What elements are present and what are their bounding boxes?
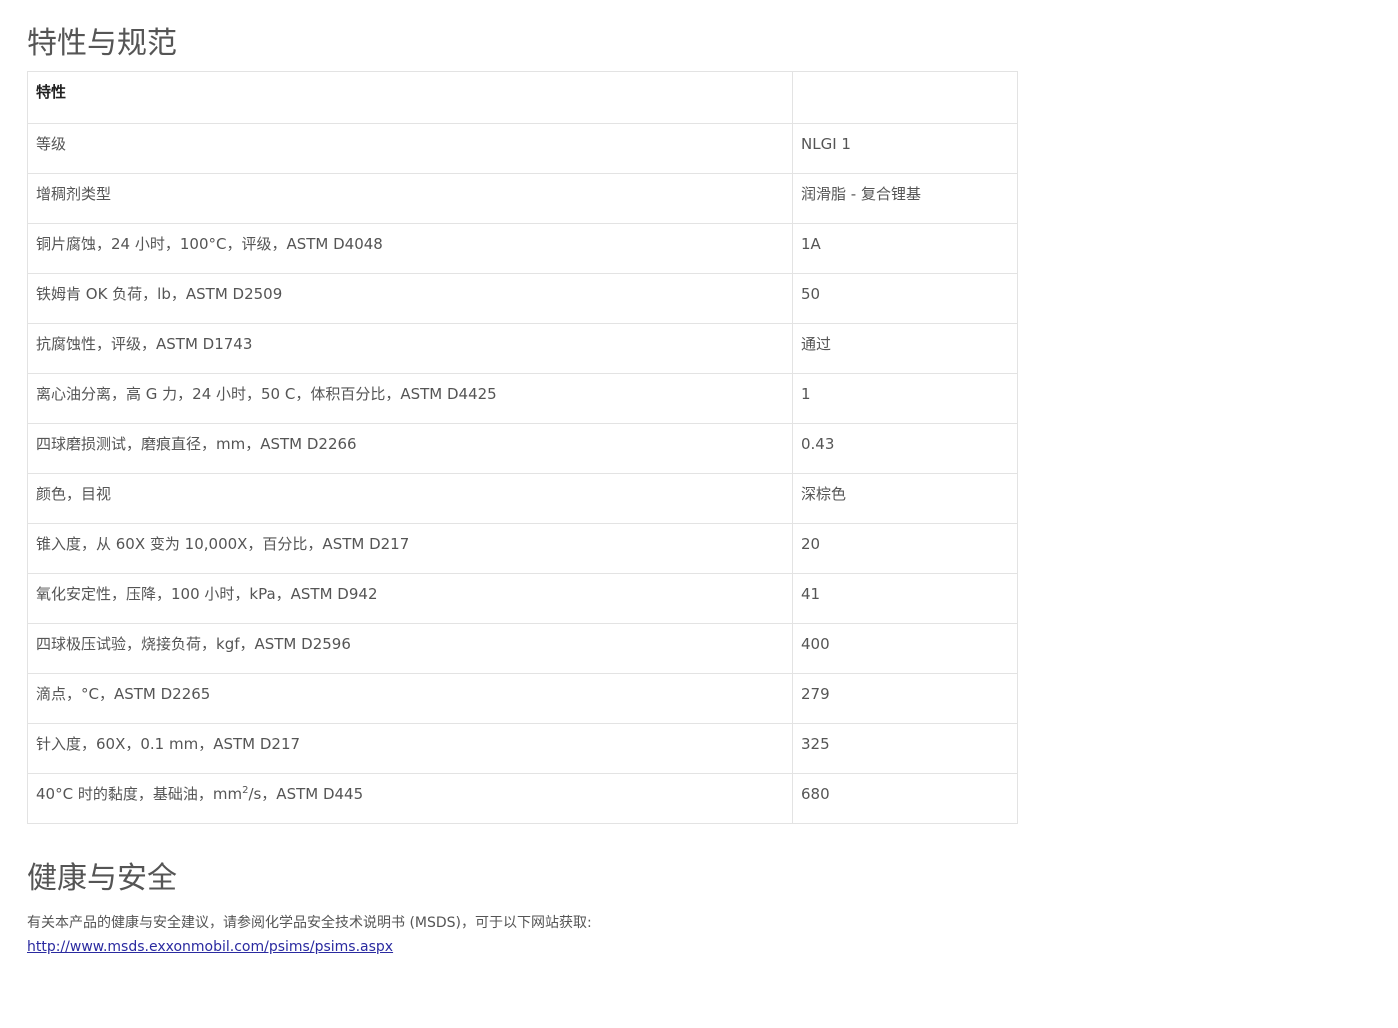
value-cell: 325: [792, 723, 1018, 774]
value-cell: 50: [792, 273, 1018, 324]
property-cell: 铜片腐蚀，24 小时，100°C，评级，ASTM D4048: [27, 223, 793, 274]
table-row: 四球磨损测试，磨痕直径，mm，ASTM D2266 0.43: [27, 423, 1018, 474]
specs-table: 特性 等级 NLGI 1 增稠剂类型 润滑脂 - 复合锂基 铜片腐蚀，24 小时…: [27, 71, 1018, 824]
property-text: 40°C 时的黏度，基础油，mm: [36, 785, 243, 803]
msds-link[interactable]: http://www.msds.exxonmobil.com/psims/psi…: [27, 935, 393, 959]
value-cell: 1A: [792, 223, 1018, 274]
table-row: 抗腐蚀性，评级，ASTM D1743 通过: [27, 323, 1018, 374]
property-cell: 等级: [27, 123, 793, 174]
table-row: 滴点，°C，ASTM D2265 279: [27, 673, 1018, 724]
health-title: 健康与安全: [27, 861, 177, 896]
table-row: 40°C 时的黏度，基础油，mm2/s，ASTM D445 680: [27, 773, 1018, 824]
table-header-row: 特性: [27, 71, 1018, 124]
value-cell: 680: [792, 773, 1018, 824]
property-cell: 增稠剂类型: [27, 173, 793, 224]
table-row: 针入度，60X，0.1 mm，ASTM D217 325: [27, 723, 1018, 774]
table-row: 锥入度，从 60X 变为 10,000X，百分比，ASTM D217 20: [27, 523, 1018, 574]
table-row: 铜片腐蚀，24 小时，100°C，评级，ASTM D4048 1A: [27, 223, 1018, 274]
table-row: 氧化安定性，压降，100 小时，kPa，ASTM D942 41: [27, 573, 1018, 624]
property-text: /s，ASTM D445: [248, 785, 364, 803]
table-row: 离心油分离，高 G 力，24 小时，50 C，体积百分比，ASTM D4425 …: [27, 373, 1018, 424]
value-cell: 0.43: [792, 423, 1018, 474]
property-cell: 锥入度，从 60X 变为 10,000X，百分比，ASTM D217: [27, 523, 793, 574]
property-cell: 四球磨损测试，磨痕直径，mm，ASTM D2266: [27, 423, 793, 474]
property-cell: 四球极压试验，烧接负荷，kgf，ASTM D2596: [27, 623, 793, 674]
property-cell: 氧化安定性，压降，100 小时，kPa，ASTM D942: [27, 573, 793, 624]
value-cell: 41: [792, 573, 1018, 624]
value-cell: 279: [792, 673, 1018, 724]
property-cell: 针入度，60X，0.1 mm，ASTM D217: [27, 723, 793, 774]
value-cell: NLGI 1: [792, 123, 1018, 174]
value-cell: 通过: [792, 323, 1018, 374]
specs-title: 特性与规范: [27, 26, 177, 61]
table-row: 增稠剂类型 润滑脂 - 复合锂基: [27, 173, 1018, 224]
property-cell: 铁姆肯 OK 负荷，lb，ASTM D2509: [27, 273, 793, 324]
value-cell: 润滑脂 - 复合锂基: [792, 173, 1018, 224]
property-cell: 抗腐蚀性，评级，ASTM D1743: [27, 323, 793, 374]
header-property: 特性: [27, 71, 793, 124]
value-cell: 深棕色: [792, 473, 1018, 524]
table-row: 等级 NLGI 1: [27, 123, 1018, 174]
value-cell: 400: [792, 623, 1018, 674]
table-row: 铁姆肯 OK 负荷，lb，ASTM D2509 50: [27, 273, 1018, 324]
property-cell: 颜色，目视: [27, 473, 793, 524]
table-row: 四球极压试验，烧接负荷，kgf，ASTM D2596 400: [27, 623, 1018, 674]
main-content: 特性与规范 特性 等级 NLGI 1 增稠剂类型 润滑脂 - 复合锂基 铜片腐蚀…: [27, 22, 1018, 959]
value-cell: 1: [792, 373, 1018, 424]
property-cell: 滴点，°C，ASTM D2265: [27, 673, 793, 724]
health-text: 有关本产品的健康与安全建议，请参阅化学品安全技术说明书 (MSDS)，可于以下网…: [27, 915, 592, 931]
table-row: 颜色，目视 深棕色: [27, 473, 1018, 524]
header-value: [792, 71, 1018, 124]
property-cell: 离心油分离，高 G 力，24 小时，50 C，体积百分比，ASTM D4425: [27, 373, 793, 424]
value-cell: 20: [792, 523, 1018, 574]
property-cell: 40°C 时的黏度，基础油，mm2/s，ASTM D445: [27, 773, 793, 824]
